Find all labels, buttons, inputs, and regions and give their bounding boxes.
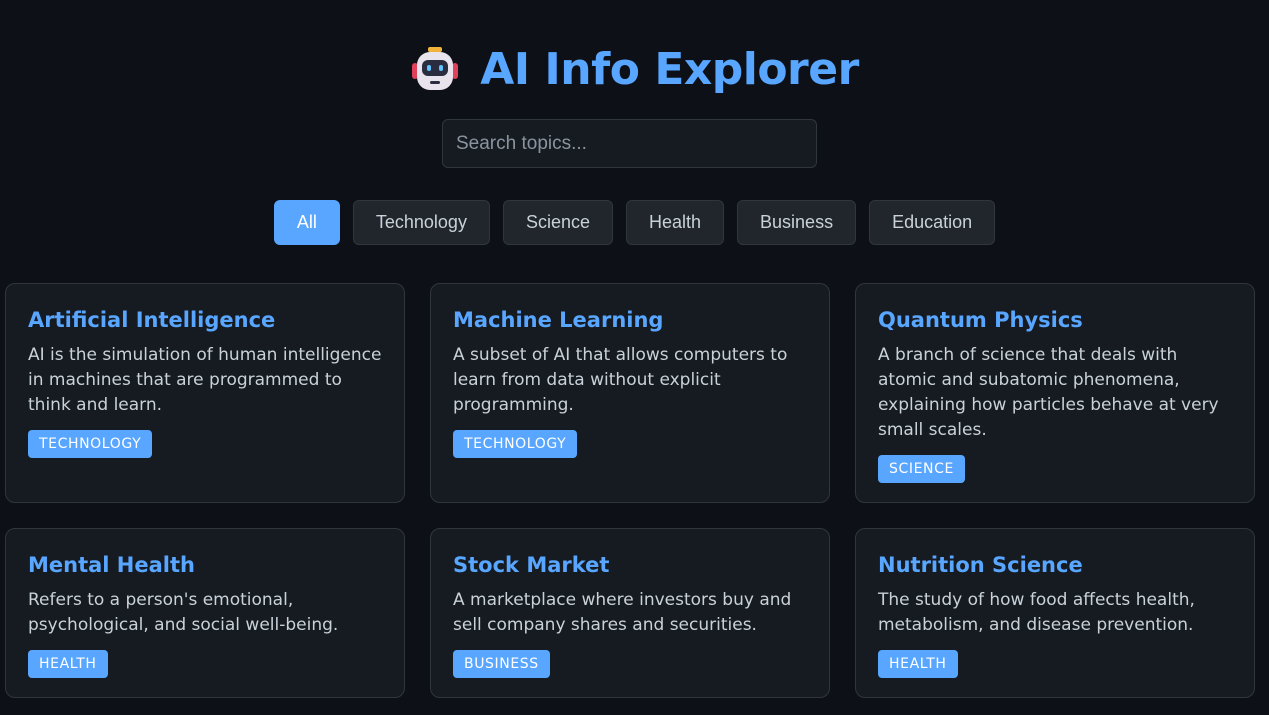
- card-description: The study of how food affects health, me…: [878, 590, 1195, 635]
- filter-technology-button[interactable]: Technology: [352, 200, 490, 245]
- category-tag: TECHNOLOGY: [28, 430, 153, 458]
- category-tag: HEALTH: [878, 650, 958, 678]
- card-title: Nutrition Science: [878, 553, 1083, 577]
- card-title: Mental Health: [28, 553, 195, 577]
- card-title: Machine Learning: [453, 308, 664, 332]
- topic-card[interactable]: Machine Learning A subset of AI that all…: [430, 283, 830, 503]
- card-title: Artificial Intelligence: [28, 308, 276, 332]
- card-description: A marketplace where investors buy and se…: [453, 590, 792, 635]
- filter-science-button[interactable]: Science: [502, 200, 613, 245]
- search-container: [442, 119, 817, 168]
- category-tag: TECHNOLOGY: [453, 430, 578, 458]
- filter-business-button[interactable]: Business: [737, 200, 857, 245]
- category-tag: HEALTH: [28, 650, 108, 678]
- card-description: A branch of science that deals with atom…: [878, 345, 1219, 440]
- card-description: AI is the simulation of human intelligen…: [28, 345, 382, 415]
- card-title: Quantum Physics: [878, 308, 1083, 332]
- filter-education-button[interactable]: Education: [869, 200, 996, 245]
- topic-card[interactable]: Nutrition Science The study of how food …: [855, 528, 1255, 698]
- category-tag: BUSINESS: [453, 650, 550, 678]
- page-title: AI Info Explorer: [480, 44, 859, 95]
- topic-card[interactable]: Quantum Physics A branch of science that…: [855, 283, 1255, 503]
- topic-card[interactable]: Mental Health Refers to a person's emoti…: [5, 528, 405, 698]
- filter-all-button[interactable]: All: [273, 200, 340, 245]
- card-title: Stock Market: [453, 553, 610, 577]
- topic-card[interactable]: Stock Market A marketplace where investo…: [430, 528, 830, 698]
- robot-icon: [410, 45, 460, 95]
- page-header: AI Info Explorer: [0, 44, 1269, 95]
- search-input[interactable]: [442, 119, 817, 168]
- category-filters: All Technology Science Health Business E…: [0, 200, 1269, 245]
- topic-card-grid: Artificial Intelligence AI is the simula…: [5, 283, 1255, 698]
- card-description: A subset of AI that allows computers to …: [453, 345, 788, 415]
- category-tag: SCIENCE: [878, 455, 965, 483]
- card-description: Refers to a person's emotional, psycholo…: [28, 590, 339, 635]
- topic-card[interactable]: Artificial Intelligence AI is the simula…: [5, 283, 405, 503]
- filter-health-button[interactable]: Health: [626, 200, 725, 245]
